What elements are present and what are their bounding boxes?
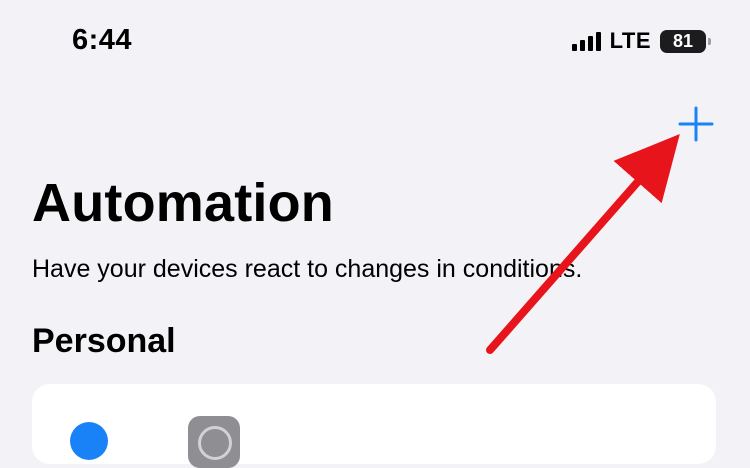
battery-icon: 81 [660, 29, 711, 53]
status-bar: 6:44 LTE 81 [0, 0, 750, 90]
battery-level: 81 [672, 30, 694, 51]
page-title: Automation [32, 173, 334, 233]
signal-icon [571, 31, 601, 51]
gear-icon [188, 416, 240, 468]
plus-icon [678, 106, 714, 142]
add-automation-button[interactable] [676, 104, 716, 144]
network-type: LTE [609, 28, 651, 53]
page-subtitle: Have your devices react to changes in co… [32, 255, 583, 283]
personal-automation-card[interactable] [32, 384, 716, 468]
status-indicators: LTE 81 [571, 28, 711, 54]
status-time: 6:44 [72, 24, 133, 56]
add-personal-automation-icon[interactable] [70, 422, 108, 460]
section-header-personal: Personal [32, 322, 176, 360]
